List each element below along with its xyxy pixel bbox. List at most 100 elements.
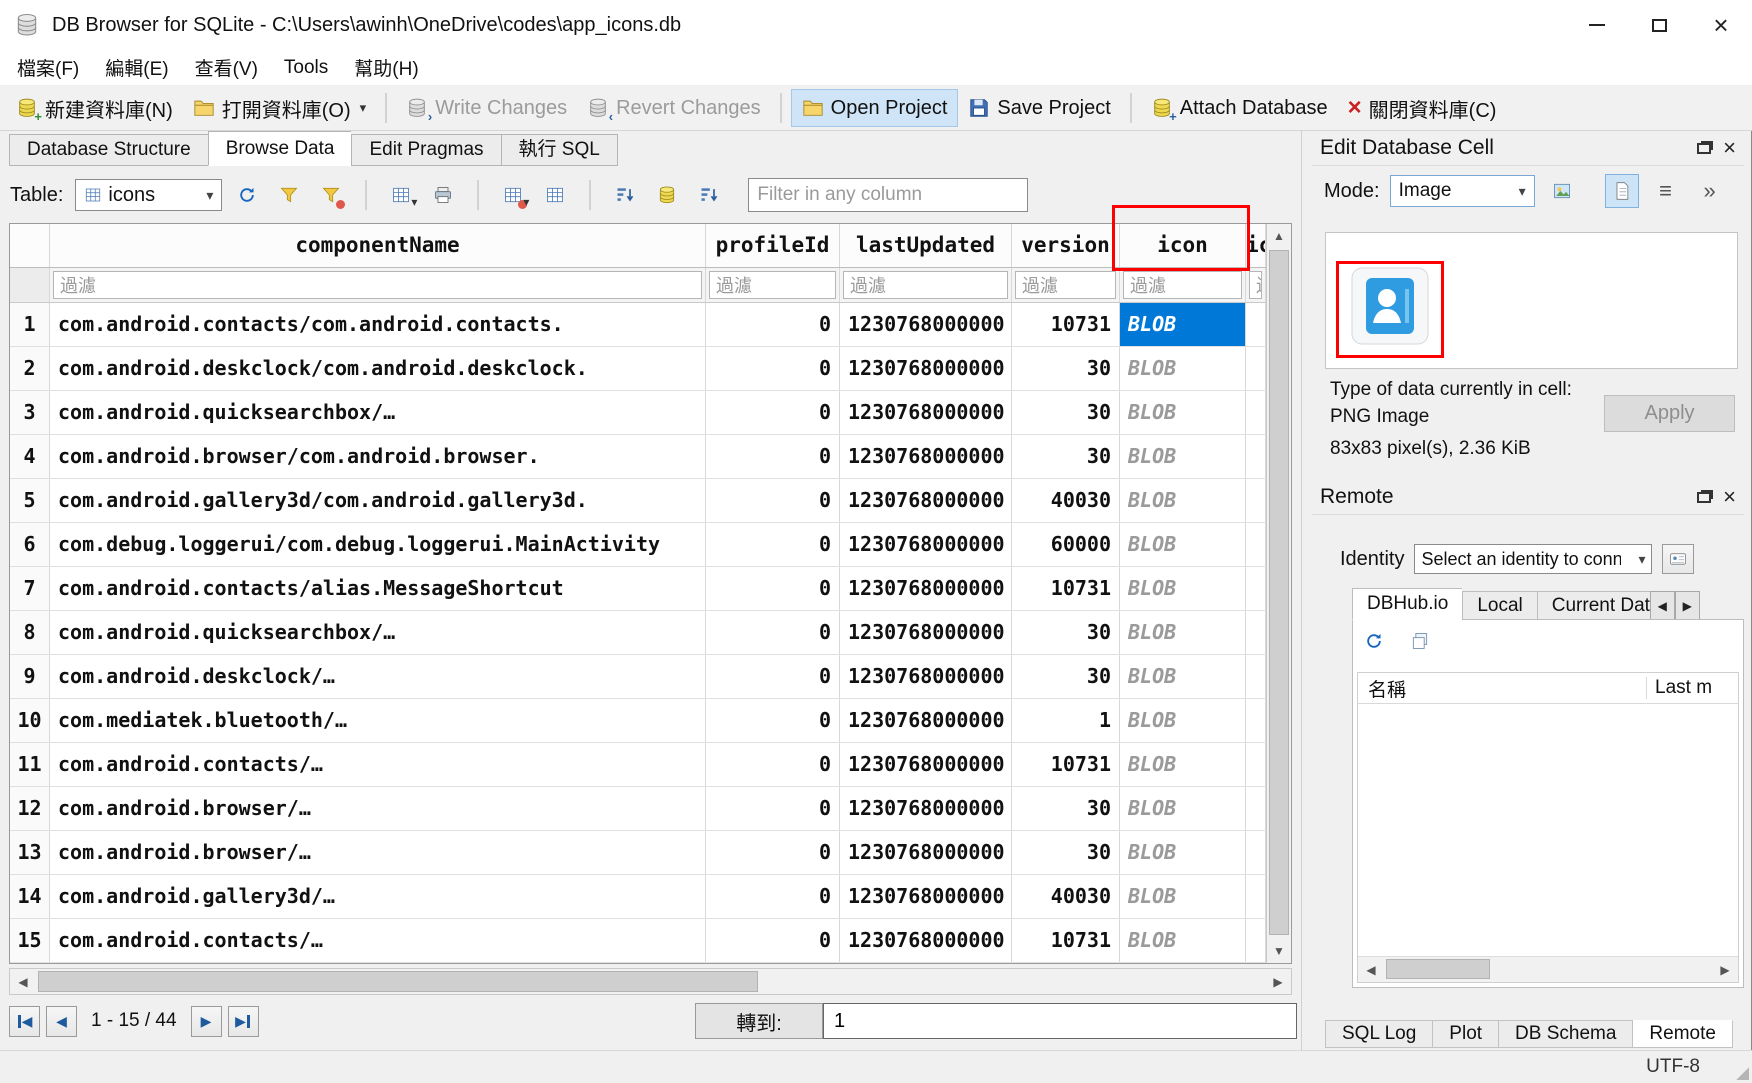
identity-selector[interactable]: Select an identity to conne ▾	[1414, 544, 1652, 574]
save-filter-button[interactable]	[314, 178, 348, 212]
chevron-down-icon[interactable]: ▾	[360, 100, 367, 116]
filter-profileid[interactable]: 過濾	[709, 271, 836, 299]
cell-lastupdated[interactable]: 1230768000000	[840, 699, 1012, 742]
resize-grip[interactable]	[1735, 1066, 1749, 1080]
cell-icon[interactable]: BLOB	[1120, 347, 1246, 390]
corner-header[interactable]	[10, 224, 50, 267]
cell-version[interactable]: 10731	[1012, 567, 1120, 610]
cell-lastupdated[interactable]: 1230768000000	[840, 743, 1012, 786]
identity-certificate-button[interactable]	[1662, 544, 1694, 574]
row-number[interactable]: 13	[10, 831, 50, 874]
cell-icon[interactable]: BLOB	[1120, 523, 1246, 566]
menu-help[interactable]: 幫助(H)	[341, 54, 431, 81]
horizontal-scrollbar-thumb[interactable]	[38, 971, 758, 992]
cell-profileid[interactable]: 0	[706, 743, 840, 786]
cell-profileid[interactable]: 0	[706, 611, 840, 654]
open-database-button[interactable]: 打開資料庫(O) ▾	[183, 89, 376, 127]
cell-version[interactable]: 30	[1012, 347, 1120, 390]
text-mode-button[interactable]	[1605, 174, 1639, 208]
cell-componentname[interactable]: com.debug.loggerui/com.debug.loggerui.Ma…	[50, 523, 706, 566]
open-project-button[interactable]: Open Project	[791, 89, 959, 127]
cell-lastupdated[interactable]: 1230768000000	[840, 435, 1012, 478]
refresh-button[interactable]	[230, 178, 264, 212]
remote-scrollbar-thumb[interactable]	[1386, 959, 1490, 979]
remote-column-name[interactable]: 名稱	[1358, 675, 1646, 702]
close-panel-icon[interactable]: ×	[1723, 486, 1736, 508]
menu-tools[interactable]: Tools	[271, 57, 341, 79]
filter-lastupdated[interactable]: 過濾	[843, 271, 1008, 299]
goto-button[interactable]: 轉到:	[695, 1003, 823, 1039]
tab-edit-pragmas[interactable]: Edit Pragmas	[351, 134, 500, 166]
tab-scroll-left-icon[interactable]: ◀	[1650, 591, 1675, 620]
previous-record-button[interactable]: ◀	[46, 1006, 77, 1037]
filter-partial[interactable]: 過濾	[1249, 271, 1262, 299]
cell-icon[interactable]: BLOB	[1120, 831, 1246, 874]
apply-button[interactable]: Apply	[1604, 395, 1735, 432]
cell-version[interactable]: 40030	[1012, 479, 1120, 522]
tab-sql-log[interactable]: SQL Log	[1325, 1020, 1433, 1048]
cell-lastupdated[interactable]: 1230768000000	[840, 303, 1012, 346]
encoding-indicator[interactable]: UTF-8	[1646, 1056, 1700, 1078]
cell-icon[interactable]: BLOB	[1120, 611, 1246, 654]
filter-componentname[interactable]: 過濾	[53, 271, 702, 299]
row-number[interactable]: 12	[10, 787, 50, 830]
cell-profileid[interactable]: 0	[706, 699, 840, 742]
sort-descending-button[interactable]	[692, 178, 726, 212]
cell-componentname[interactable]: com.android.contacts/…	[50, 743, 706, 786]
float-panel-icon[interactable]	[1697, 143, 1711, 154]
tab-local[interactable]: Local	[1462, 591, 1536, 620]
clear-filters-button[interactable]	[272, 178, 306, 212]
cell-lastupdated[interactable]: 1230768000000	[840, 875, 1012, 918]
cell-icon[interactable]: BLOB	[1120, 303, 1246, 346]
cell-profileid[interactable]: 0	[706, 347, 840, 390]
row-number[interactable]: 14	[10, 875, 50, 918]
column-header-partial[interactable]: ic	[1246, 224, 1266, 267]
cell-componentname[interactable]: com.android.contacts/com.android.contact…	[50, 303, 706, 346]
remote-scrollbar[interactable]: ◀ ▶	[1358, 956, 1738, 982]
cell-componentname[interactable]: com.android.quicksearchbox/…	[50, 391, 706, 434]
first-record-button[interactable]: ◀	[9, 1006, 40, 1037]
column-header-componentname[interactable]: componentName	[50, 224, 706, 267]
cell-version[interactable]: 30	[1012, 435, 1120, 478]
goto-record-input[interactable]	[823, 1003, 1297, 1039]
mode-selector[interactable]: Image ▾	[1390, 175, 1535, 207]
cell-icon[interactable]: BLOB	[1120, 391, 1246, 434]
cell-profileid[interactable]: 0	[706, 479, 840, 522]
vertical-scrollbar[interactable]: ▲ ▼	[1266, 224, 1291, 963]
cell-profileid[interactable]: 0	[706, 875, 840, 918]
cell-icon[interactable]: BLOB	[1120, 787, 1246, 830]
cell-lastupdated[interactable]: 1230768000000	[840, 479, 1012, 522]
column-header-version[interactable]: version	[1012, 224, 1120, 267]
cell-version[interactable]: 30	[1012, 787, 1120, 830]
menu-edit[interactable]: 編輯(E)	[92, 54, 181, 81]
cell-componentname[interactable]: com.android.quicksearchbox/…	[50, 611, 706, 654]
row-number[interactable]: 8	[10, 611, 50, 654]
import-data-button[interactable]	[1545, 174, 1579, 208]
column-header-icon[interactable]: icon	[1120, 224, 1246, 267]
cell-icon[interactable]: BLOB	[1120, 655, 1246, 698]
scroll-down-icon[interactable]: ▼	[1267, 939, 1291, 963]
cell-version[interactable]: 30	[1012, 611, 1120, 654]
cell-icon[interactable]: BLOB	[1120, 699, 1246, 742]
row-number[interactable]: 6	[10, 523, 50, 566]
write-changes-button[interactable]: › Write Changes	[396, 89, 577, 127]
cell-lastupdated[interactable]: 1230768000000	[840, 655, 1012, 698]
cell-lastupdated[interactable]: 1230768000000	[840, 919, 1012, 962]
cell-icon[interactable]: BLOB	[1120, 479, 1246, 522]
close-database-button[interactable]: × 關閉資料庫(C)	[1338, 89, 1507, 127]
cell-lastupdated[interactable]: 1230768000000	[840, 787, 1012, 830]
row-number[interactable]: 11	[10, 743, 50, 786]
row-number[interactable]: 15	[10, 919, 50, 962]
close-button[interactable]: ×	[1690, 0, 1752, 50]
cell-icon[interactable]: BLOB	[1120, 435, 1246, 478]
cell-componentname[interactable]: com.android.deskclock/…	[50, 655, 706, 698]
remote-refresh-button[interactable]	[1357, 624, 1391, 658]
row-number[interactable]: 7	[10, 567, 50, 610]
table-selector[interactable]: icons ▾	[75, 179, 222, 211]
cell-profileid[interactable]: 0	[706, 303, 840, 346]
attach-database-button[interactable]: + Attach Database	[1141, 89, 1338, 127]
close-panel-icon[interactable]: ×	[1723, 137, 1736, 159]
cell-componentname[interactable]: com.android.browser/…	[50, 787, 706, 830]
cell-profileid[interactable]: 0	[706, 787, 840, 830]
cell-lastupdated[interactable]: 1230768000000	[840, 611, 1012, 654]
